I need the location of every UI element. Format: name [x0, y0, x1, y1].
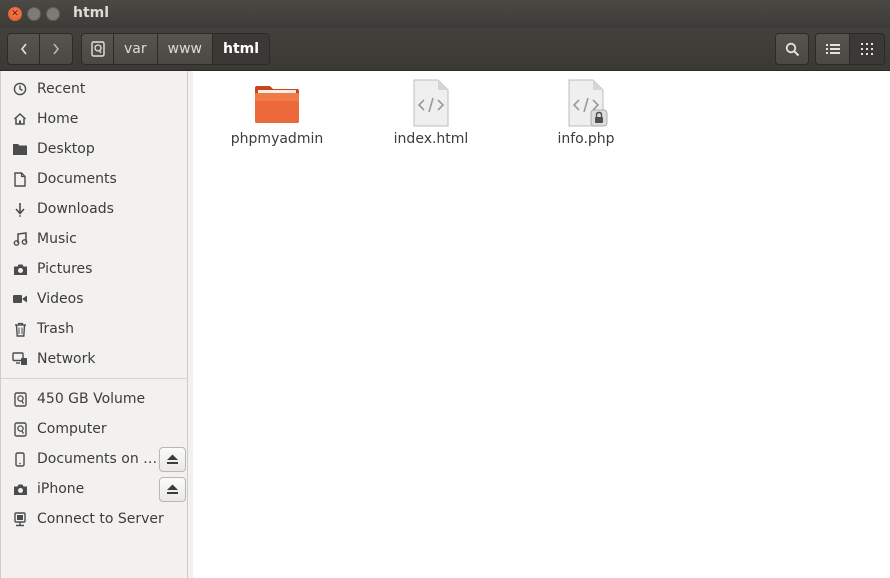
sidebar-item-label: Trash — [37, 321, 74, 337]
code-file-icon — [413, 79, 449, 127]
sidebar-item-network[interactable]: Network — [1, 344, 188, 374]
back-button[interactable] — [8, 34, 40, 64]
sidebar-item-recent[interactable]: Recent — [1, 74, 188, 104]
network-icon — [12, 351, 28, 367]
camera-icon — [12, 481, 28, 497]
eject-iphone-button[interactable] — [159, 477, 186, 502]
file-manager-window: ✕ html var www html Recent Home Desktop … — [0, 0, 890, 578]
file-item-index-html[interactable]: index.html — [371, 79, 491, 147]
video-icon — [12, 291, 28, 307]
trash-icon — [12, 321, 28, 337]
sidebar-item-label: Home — [37, 111, 79, 127]
sidebar-item-trash[interactable]: Trash — [1, 314, 188, 344]
file-name: index.html — [393, 131, 469, 147]
drive-icon — [12, 421, 28, 437]
sidebar-item-label: Desktop — [37, 141, 95, 157]
sidebar-item-desktop[interactable]: Desktop — [1, 134, 188, 164]
sidebar-item-label: Downloads — [37, 201, 114, 217]
sidebar-item-computer[interactable]: Computer — [1, 414, 188, 444]
sidebar-item-label: iPhone — [37, 481, 85, 497]
phone-icon — [12, 451, 28, 467]
sidebar-item-label: 450 GB Volume — [37, 391, 146, 407]
window-title: html — [73, 5, 110, 21]
music-icon — [12, 231, 28, 247]
sidebar-item-home[interactable]: Home — [1, 104, 188, 134]
breadcrumb-html[interactable]: html — [212, 34, 270, 64]
minimize-window-button[interactable] — [27, 7, 41, 21]
sidebar-divider — [1, 378, 188, 379]
search-button[interactable] — [776, 34, 808, 64]
file-item-phpmyadmin[interactable]: phpmyadmin — [217, 79, 337, 147]
grid-view-icon — [861, 43, 873, 55]
sidebar-item-connect-to-server[interactable]: Connect to Server — [1, 504, 188, 534]
sidebar-item-label: Videos — [37, 291, 84, 307]
search-button-group — [775, 33, 809, 65]
sidebar-item-label: Network — [37, 351, 96, 367]
chevron-right-icon — [53, 43, 60, 55]
eject-icon — [167, 484, 178, 494]
drive-icon — [12, 391, 28, 407]
sidebar-item-label: Documents on … — [37, 451, 158, 467]
sidebar-item-label: Pictures — [37, 261, 93, 277]
chevron-left-icon — [20, 43, 27, 55]
breadcrumb: var www html — [81, 33, 271, 65]
toolbar: var www html — [0, 28, 890, 71]
locked-code-file-icon — [568, 79, 608, 127]
sidebar-item-documents[interactable]: Documents — [1, 164, 188, 194]
forward-button[interactable] — [40, 34, 72, 64]
breadcrumb-www[interactable]: www — [158, 34, 213, 64]
folder-icon — [12, 141, 28, 157]
server-icon — [12, 511, 28, 527]
file-item-info-php[interactable]: info.php — [526, 79, 646, 147]
list-view-icon — [825, 44, 840, 54]
sidebar-item-label: Recent — [37, 81, 86, 97]
eject-icon — [167, 454, 178, 464]
sidebar-item-label: Music — [37, 231, 77, 247]
breadcrumb-root[interactable] — [82, 34, 114, 64]
sidebar: Recent Home Desktop Documents Downloads … — [0, 71, 188, 578]
close-window-button[interactable]: ✕ — [8, 7, 22, 21]
sidebar-item-450gb-volume[interactable]: 450 GB Volume — [1, 384, 188, 414]
camera-icon — [12, 261, 28, 277]
sidebar-item-pictures[interactable]: Pictures — [1, 254, 188, 284]
sidebar-item-label: Connect to Server — [37, 511, 164, 527]
eject-documents-button[interactable] — [159, 447, 186, 472]
sidebar-item-music[interactable]: Music — [1, 224, 188, 254]
view-toggle — [815, 33, 885, 65]
file-view: phpmyadmin index.html info.php — [193, 71, 890, 578]
sidebar-item-label: Documents — [37, 171, 117, 187]
clock-icon — [12, 81, 28, 97]
search-icon — [785, 42, 799, 56]
download-icon — [12, 201, 28, 217]
breadcrumb-var[interactable]: var — [114, 34, 158, 64]
navigation-buttons — [7, 33, 73, 65]
sidebar-item-downloads[interactable]: Downloads — [1, 194, 188, 224]
title-bar: ✕ html — [0, 0, 890, 28]
grid-view-button[interactable] — [850, 34, 884, 64]
folder-icon — [255, 86, 299, 123]
file-name: phpmyadmin — [230, 131, 324, 147]
drive-icon — [90, 41, 105, 57]
document-icon — [12, 171, 28, 187]
maximize-window-button[interactable] — [46, 7, 60, 21]
home-icon — [12, 111, 28, 127]
file-name: info.php — [557, 131, 615, 147]
sidebar-item-label: Computer — [37, 421, 107, 437]
sidebar-item-videos[interactable]: Videos — [1, 284, 188, 314]
list-view-button[interactable] — [816, 34, 850, 64]
